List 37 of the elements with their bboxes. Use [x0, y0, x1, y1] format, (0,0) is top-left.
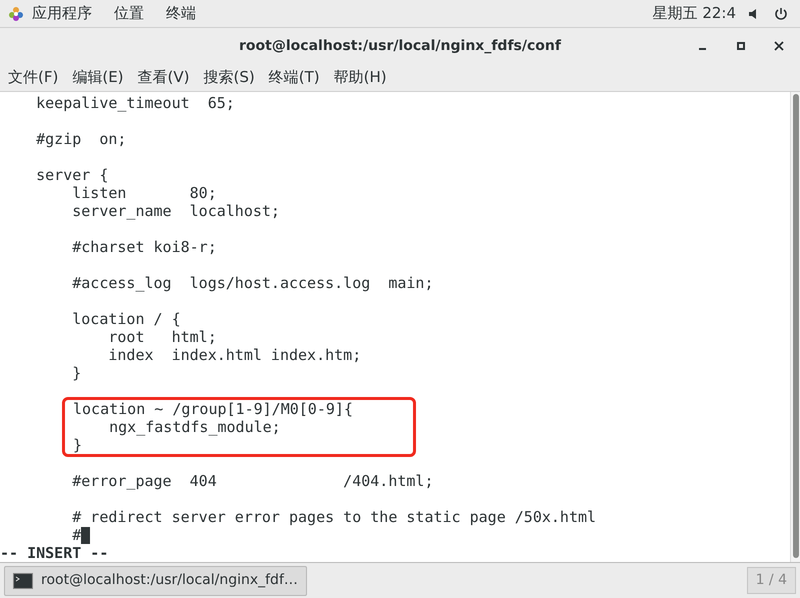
code-line: #: [71, 526, 82, 544]
panel-menu[interactable]: 应用程序: [32, 2, 92, 25]
menu-item[interactable]: 文件(F): [8, 66, 58, 89]
menu-item[interactable]: 搜索(S): [204, 66, 255, 89]
menu-item[interactable]: 查看(V): [138, 66, 190, 89]
scrollbar[interactable]: [790, 92, 800, 562]
code-line: index index.html index.htm;: [107, 346, 362, 364]
code-line: #gzip on;: [35, 130, 126, 148]
text-cursor: [81, 526, 90, 544]
task-button[interactable]: root@localhost:/usr/local/nginx_fdf…: [4, 566, 307, 596]
code-line: location / {: [71, 310, 181, 328]
code-line: # redirect server error pages to the static page /50x.html: [71, 508, 596, 526]
power-icon[interactable]: [774, 6, 788, 20]
menu-item[interactable]: 终端(T): [268, 66, 320, 89]
maximize-icon[interactable]: [736, 41, 746, 51]
code-line: #charset koi8-r;: [71, 238, 217, 256]
close-icon[interactable]: [774, 41, 784, 51]
mode-indicator: -- INSERT --: [0, 544, 108, 562]
code-line: ngx_fastdfs_module;: [108, 418, 281, 436]
clock[interactable]: 星期五 22:4: [652, 2, 736, 25]
code-line: #error_page 404 /404.html;: [71, 472, 434, 490]
code-line: root html;: [107, 328, 217, 346]
code-line: }: [71, 364, 82, 382]
window-title: root@localhost:/usr/local/nginx_fdfs/conf: [238, 36, 562, 56]
code-line: location ~ /group[1-9]/M0[0-9]{: [73, 400, 353, 418]
code-line: server {: [35, 166, 108, 184]
code-line: listen 80;: [71, 184, 217, 202]
flower-icon: [8, 6, 24, 22]
terminal-icon: [13, 572, 33, 588]
menu-item[interactable]: 编辑(E): [72, 66, 124, 89]
panel-menu[interactable]: 终端: [166, 2, 196, 25]
code-line: keepalive_timeout 65;: [35, 94, 235, 112]
code-line: #access_log logs/host.access.log main;: [71, 274, 434, 292]
code-line: server_name localhost;: [71, 202, 280, 220]
menu-item[interactable]: 帮助(H): [334, 66, 387, 89]
code-line: }: [73, 436, 82, 454]
panel-menu[interactable]: 位置: [114, 2, 144, 25]
